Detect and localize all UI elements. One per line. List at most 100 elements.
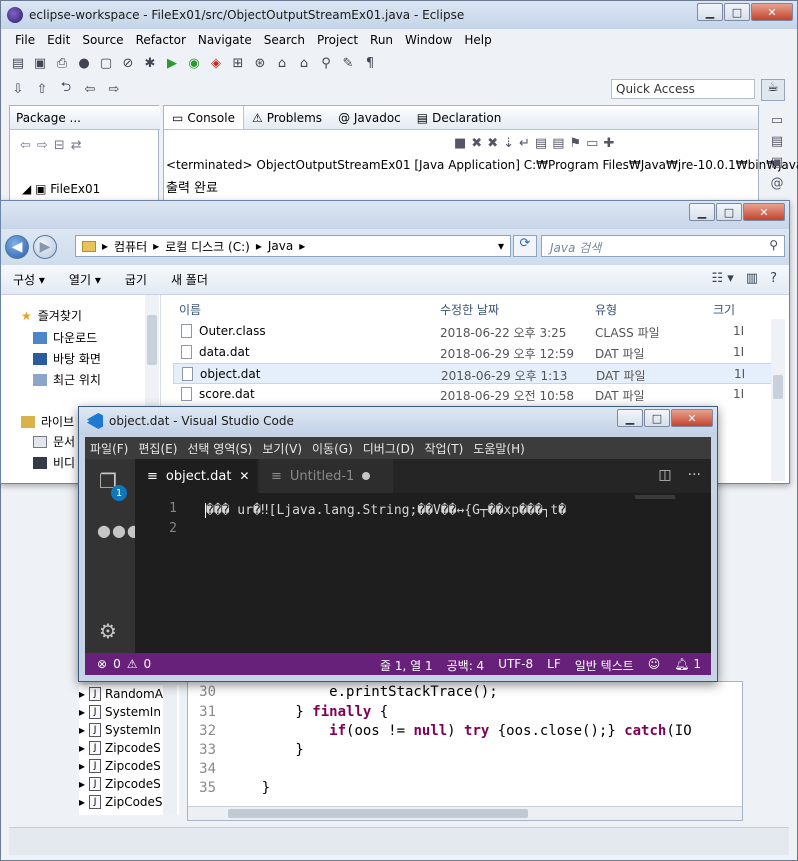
address-dropdown-icon[interactable]: ▾ <box>498 239 504 253</box>
view-options-icon[interactable]: ☷ ▾ <box>711 271 733 286</box>
collapse-all-icon[interactable]: ⊟ <box>54 138 65 153</box>
tab-untitled-1[interactable]: ≡ Untitled-1 <box>259 459 393 493</box>
package-explorer-tab[interactable]: Package ... <box>10 106 160 130</box>
cursor-position[interactable]: 줄 1, 열 1 <box>380 657 433 674</box>
menu-run[interactable]: Run <box>364 31 399 51</box>
menu-edit[interactable]: Edit <box>41 31 76 51</box>
prev-annotation-icon[interactable]: ⇧ <box>33 80 51 98</box>
back-icon[interactable]: ⇦ <box>20 138 31 153</box>
skip-breakpoints-icon[interactable]: ⊘ <box>119 54 137 72</box>
external-tools-icon[interactable]: ◈ <box>207 54 225 72</box>
search-icon[interactable]: ⚲ <box>317 54 335 72</box>
menu-navigate[interactable]: Navigate <box>192 31 258 51</box>
show-stdout-icon[interactable]: ▤ <box>535 136 547 151</box>
tab-console[interactable]: ▭ Console <box>164 106 244 129</box>
tab-problems[interactable]: ⚠ Problems <box>244 106 330 129</box>
back-arrow-icon[interactable]: ⇦ <box>81 80 99 98</box>
menu-project[interactable]: Project <box>311 31 364 51</box>
minimize-button[interactable]: ▁ <box>689 203 715 221</box>
java-editor[interactable]: 30 e.printStackTrace(); 31 } finally { 3… <box>187 681 743 821</box>
nav-item-videos[interactable]: 비디 <box>33 454 75 471</box>
back-button[interactable]: ◀ <box>5 235 29 259</box>
debug-icon[interactable]: ✱ <box>141 54 159 72</box>
breadcrumb[interactable]: ▸ 컴퓨터 ▸ 로컬 디스크 (C:) ▸ Java ▸ ▾ <box>75 235 511 257</box>
coverage-icon[interactable]: ◉ <box>185 54 203 72</box>
organize-button[interactable]: 구성 ▾ <box>1 271 57 288</box>
open-folder-icon[interactable]: ⌂ <box>273 54 291 72</box>
user-icon[interactable]: ● <box>75 54 93 72</box>
new-icon[interactable]: ▤ <box>9 54 27 72</box>
restore-icon[interactable]: ▭ <box>771 113 783 128</box>
task-icon[interactable]: ▢ <box>97 54 115 72</box>
refresh-icon[interactable]: ⟳ <box>513 235 537 257</box>
breadcrumb-local-disk[interactable]: 로컬 디스크 (C:) <box>165 238 250 255</box>
print-icon[interactable]: ⎙ <box>53 54 71 72</box>
terminate-icon[interactable]: ■ <box>454 136 466 151</box>
menu-search[interactable]: Search <box>258 31 311 51</box>
file-row-score-dat[interactable]: score.dat 2018-06-29 오전 10:58 DAT 파일 1I <box>173 384 773 405</box>
menu-file[interactable]: 파일(F) <box>85 440 133 457</box>
forward-button[interactable]: ▶ <box>33 235 57 259</box>
editor-horizontal-scrollbar[interactable] <box>188 806 742 820</box>
maximize-button[interactable]: □ <box>724 3 750 21</box>
close-button[interactable]: ✕ <box>743 203 785 221</box>
show-whitespace-icon[interactable]: ¶ <box>361 54 379 72</box>
scroll-thumb[interactable] <box>228 809 528 818</box>
tab-javadoc[interactable]: @ Javadoc <box>330 106 409 129</box>
column-date[interactable]: 수정한 날짜 <box>440 295 499 319</box>
scroll-lock-icon[interactable]: ⇣ <box>503 136 514 151</box>
maximize-button[interactable]: □ <box>716 203 742 221</box>
tab-object-dat[interactable]: ≡ object.dat ✕ <box>135 459 257 493</box>
forward-icon[interactable]: ⇨ <box>37 138 48 153</box>
outline-icon[interactable]: ▤ <box>771 134 783 149</box>
menu-source[interactable]: Source <box>76 31 129 51</box>
save-icon[interactable]: ▣ <box>31 54 49 72</box>
pin-console-icon[interactable]: ⚑ <box>570 136 582 151</box>
scroll-thumb[interactable] <box>773 375 783 399</box>
menu-view[interactable]: 보기(V) <box>257 440 307 457</box>
remove-launch-icon[interactable]: ✖ <box>471 136 482 151</box>
next-annotation-icon[interactable]: ⇩ <box>9 80 27 98</box>
unsaved-dot-icon[interactable] <box>362 472 371 480</box>
line-ending[interactable]: LF <box>547 657 561 674</box>
breadcrumb-java[interactable]: Java <box>268 239 293 253</box>
breadcrumb-computer[interactable]: 컴퓨터 <box>114 238 147 255</box>
java-perspective-icon[interactable]: ☕ <box>761 79 785 101</box>
new-folder-button[interactable]: 새 폴더 <box>159 271 220 288</box>
open-button[interactable]: 열기 ▾ <box>57 271 113 288</box>
menu-help[interactable]: 도움말(H) <box>468 440 530 457</box>
new-class-icon[interactable]: ⊛ <box>251 54 269 72</box>
column-type[interactable]: 유형 <box>595 295 617 319</box>
new-java-package-icon[interactable]: ⊞ <box>229 54 247 72</box>
column-name[interactable]: 이름 <box>179 295 201 319</box>
maximize-button[interactable]: □ <box>644 409 670 427</box>
close-button[interactable]: ✕ <box>671 409 713 427</box>
burn-button[interactable]: 굽기 <box>113 271 159 288</box>
package-list-scrollbar[interactable] <box>163 685 177 815</box>
language-mode[interactable]: 일반 텍스트 <box>575 657 634 674</box>
open-console-icon[interactable]: ✚ <box>603 136 614 151</box>
nav-item-downloads[interactable]: 다운로드 <box>33 329 97 346</box>
nav-item-documents[interactable]: 문서 <box>33 433 75 450</box>
nav-item-recent[interactable]: 최근 위치 <box>33 371 101 388</box>
file-row-object-dat[interactable]: object.dat 2018-06-29 오후 1:13 DAT 파일 1I <box>173 363 773 384</box>
menu-window[interactable]: Window <box>399 31 458 51</box>
run-icon[interactable]: ▶ <box>163 54 181 72</box>
project-item[interactable]: FileEx01 <box>50 182 100 196</box>
minimap[interactable] <box>635 495 675 499</box>
search-icon[interactable]: ⚲ <box>769 238 778 252</box>
close-button[interactable]: ✕ <box>751 3 793 21</box>
preview-pane-icon[interactable]: ▥ <box>746 271 758 286</box>
word-wrap-icon[interactable]: ↵ <box>519 136 530 151</box>
split-editor-icon[interactable]: ◫ <box>658 467 671 483</box>
menu-file[interactable]: File <box>9 31 41 51</box>
display-console-icon[interactable]: ▭ <box>586 136 598 151</box>
annotation-icon[interactable]: ✎ <box>339 54 357 72</box>
menu-tasks[interactable]: 작업(T) <box>420 440 469 457</box>
file-row-outer-class[interactable]: Outer.class 2018-06-22 오후 3:25 CLASS 파일 … <box>173 321 773 342</box>
notifications[interactable]: 🔔︎ 1 <box>674 657 701 674</box>
menu-refactor[interactable]: Refactor <box>130 31 192 51</box>
quick-access-input[interactable]: Quick Access <box>611 79 755 99</box>
minimize-button[interactable]: ▁ <box>617 409 643 427</box>
menu-help[interactable]: Help <box>458 31 497 51</box>
